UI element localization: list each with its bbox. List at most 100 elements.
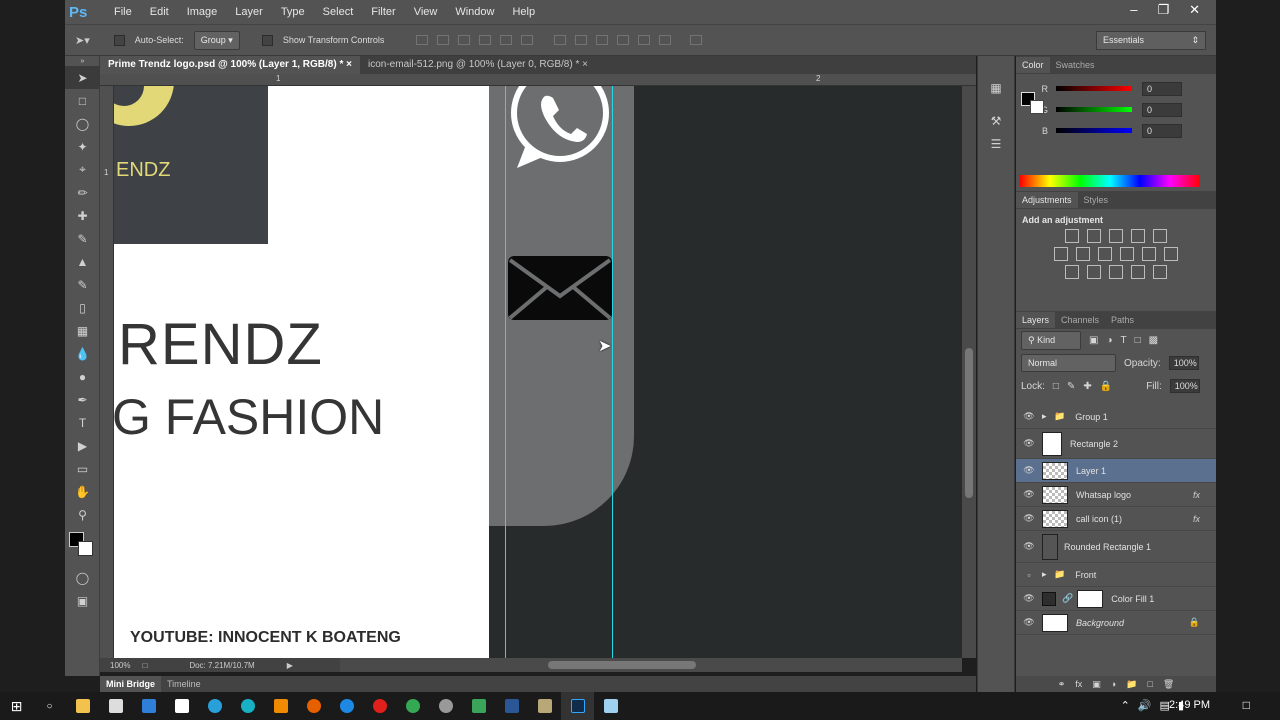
app-icon[interactable] xyxy=(429,692,462,720)
expand-arrow-icon[interactable]: ▸ xyxy=(1042,411,1054,422)
filter-pixel-icon[interactable]: ▣ xyxy=(1089,335,1098,346)
blend-mode-dropdown[interactable]: Normal xyxy=(1021,354,1116,372)
tool-presets-icon[interactable]: ⚒ xyxy=(978,109,1014,132)
tab-paths[interactable]: Paths xyxy=(1105,312,1140,328)
align-middle-icon[interactable] xyxy=(437,35,450,45)
eraser-tool-icon[interactable]: ▯ xyxy=(65,296,100,319)
action-center-icon[interactable]: □ xyxy=(1243,698,1250,712)
windows-start-icon[interactable]: ⊞ xyxy=(0,692,33,720)
chevron-up-icon[interactable]: ⌃ xyxy=(1121,699,1130,712)
mail-icon[interactable] xyxy=(132,692,165,720)
r-value-input[interactable]: 0 xyxy=(1142,81,1182,96)
word-icon[interactable] xyxy=(495,692,528,720)
kind-filter-dropdown[interactable]: ⚲ Kind xyxy=(1021,330,1081,350)
background-color-swatch[interactable] xyxy=(78,541,93,556)
lock-transparent-icon[interactable]: □ xyxy=(1053,381,1059,392)
visibility-eye-icon[interactable]: 👁 xyxy=(1016,617,1042,628)
close-icon[interactable]: × xyxy=(582,59,588,70)
levels-icon[interactable] xyxy=(1087,229,1101,243)
distribute-left-icon[interactable] xyxy=(617,35,630,45)
visibility-eye-icon[interactable]: 👁 xyxy=(1016,465,1042,476)
add-style-icon[interactable]: fx xyxy=(1075,679,1082,689)
black-white-icon[interactable] xyxy=(1098,247,1112,261)
taskbar-clock[interactable]: 2:49 PM xyxy=(1169,699,1210,711)
screen-mode-icon[interactable]: ▣ xyxy=(65,589,100,612)
lock-all-icon[interactable]: 🔒 xyxy=(1100,381,1112,392)
hue-saturation-icon[interactable] xyxy=(1054,247,1068,261)
lasso-tool-icon[interactable]: ◯ xyxy=(65,112,100,135)
properties-panel-icon[interactable]: ☰ xyxy=(978,132,1014,155)
bg-color-swatch[interactable] xyxy=(1030,100,1044,114)
g-value-input[interactable]: 0 xyxy=(1142,102,1182,117)
lock-position-icon[interactable]: ✚ xyxy=(1083,381,1091,392)
scroll-thumb[interactable] xyxy=(548,661,696,669)
move-tool-icon[interactable]: ➤ xyxy=(65,66,100,89)
lock-pixels-icon[interactable]: ✎ xyxy=(1067,381,1075,392)
tab-channels[interactable]: Channels xyxy=(1055,312,1105,328)
chrome-icon[interactable] xyxy=(396,692,429,720)
show-transform-checkbox[interactable] xyxy=(261,34,273,46)
visibility-eye-icon[interactable]: 👁 xyxy=(1016,411,1042,422)
fx-badge[interactable]: fx xyxy=(1193,514,1200,524)
firefox-icon[interactable] xyxy=(297,692,330,720)
guide-line[interactable] xyxy=(505,86,506,658)
menu-select[interactable]: Select xyxy=(314,6,363,18)
posterize-icon[interactable] xyxy=(1087,265,1101,279)
menu-filter[interactable]: Filter xyxy=(362,6,404,18)
pen-tool-icon[interactable]: ✒ xyxy=(65,388,100,411)
link-layers-icon[interactable]: ⚭ xyxy=(1058,679,1066,690)
vibrance-icon[interactable] xyxy=(1153,229,1167,243)
distribute-center-icon[interactable] xyxy=(638,35,651,45)
visibility-eye-icon[interactable]: 👁 xyxy=(1016,593,1042,604)
align-right-icon[interactable] xyxy=(521,35,534,45)
volume-icon[interactable]: 🔊 xyxy=(1138,699,1152,712)
distribute-top-icon[interactable] xyxy=(554,35,567,45)
filter-type-icon[interactable]: T xyxy=(1121,335,1127,346)
exposure-icon[interactable] xyxy=(1131,229,1145,243)
app-icon[interactable] xyxy=(462,692,495,720)
move-tool-icon[interactable]: ➤▾ xyxy=(75,34,90,47)
layer-row[interactable]: 👁 Rounded Rectangle 1 xyxy=(1016,531,1216,563)
store-bag-icon[interactable] xyxy=(165,692,198,720)
restore-icon[interactable]: ❐ xyxy=(1157,2,1169,18)
cortana-icon[interactable]: ○ xyxy=(33,692,66,720)
close-icon[interactable]: × xyxy=(346,59,352,70)
history-panel-icon[interactable]: ▦ xyxy=(978,76,1014,99)
new-group-icon[interactable]: 📁 xyxy=(1126,679,1137,690)
channel-mixer-icon[interactable] xyxy=(1142,247,1156,261)
threshold-icon[interactable] xyxy=(1109,265,1123,279)
workspace-dropdown[interactable]: Essentials ⇕ xyxy=(1096,31,1206,50)
tab-styles[interactable]: Styles xyxy=(1078,192,1115,208)
color-lookup-icon[interactable] xyxy=(1164,247,1178,261)
tab-mini-bridge[interactable]: Mini Bridge xyxy=(100,676,161,692)
align-center-icon[interactable] xyxy=(500,35,513,45)
healing-brush-tool-icon[interactable]: ✚ xyxy=(65,204,100,227)
layer-row[interactable]: ▫ ▸ 📁 Front xyxy=(1016,563,1216,587)
menu-file[interactable]: File xyxy=(105,6,141,18)
distribute-middle-icon[interactable] xyxy=(575,35,588,45)
blur-tool-icon[interactable]: 💧 xyxy=(65,342,100,365)
notepad-icon[interactable] xyxy=(594,692,627,720)
minimize-icon[interactable]: – xyxy=(1130,2,1137,18)
play-icon[interactable]: ▶ xyxy=(287,661,293,670)
layer-row[interactable]: 👁 Background 🔒 xyxy=(1016,611,1216,635)
filter-smart-icon[interactable]: ▩ xyxy=(1149,335,1158,346)
menu-type[interactable]: Type xyxy=(272,6,314,18)
document-canvas[interactable]: ENDZ RENDZ G FASHION YOUTUBE: INNOCENT K… xyxy=(114,86,962,658)
visibility-eye-icon[interactable]: 👁 xyxy=(1016,438,1042,449)
b-value-input[interactable]: 0 xyxy=(1142,123,1182,138)
zoom-level[interactable]: 100% xyxy=(110,661,130,670)
menu-image[interactable]: Image xyxy=(178,6,227,18)
rectangle-tool-icon[interactable]: ▭ xyxy=(65,457,100,480)
file-explorer-icon[interactable] xyxy=(66,692,99,720)
menu-help[interactable]: Help xyxy=(503,6,544,18)
clone-stamp-tool-icon[interactable]: ▲ xyxy=(65,250,100,273)
new-layer-icon[interactable]: □ xyxy=(1147,679,1152,689)
filter-shape-icon[interactable]: □ xyxy=(1135,335,1141,346)
tab-timeline[interactable]: Timeline xyxy=(161,676,207,692)
guide-line[interactable] xyxy=(612,86,613,658)
tab-swatches[interactable]: Swatches xyxy=(1050,57,1101,73)
horizontal-scrollbar[interactable] xyxy=(340,658,962,672)
app-icon[interactable] xyxy=(231,692,264,720)
layer-row[interactable]: 👁 🔗 Color Fill 1 xyxy=(1016,587,1216,611)
